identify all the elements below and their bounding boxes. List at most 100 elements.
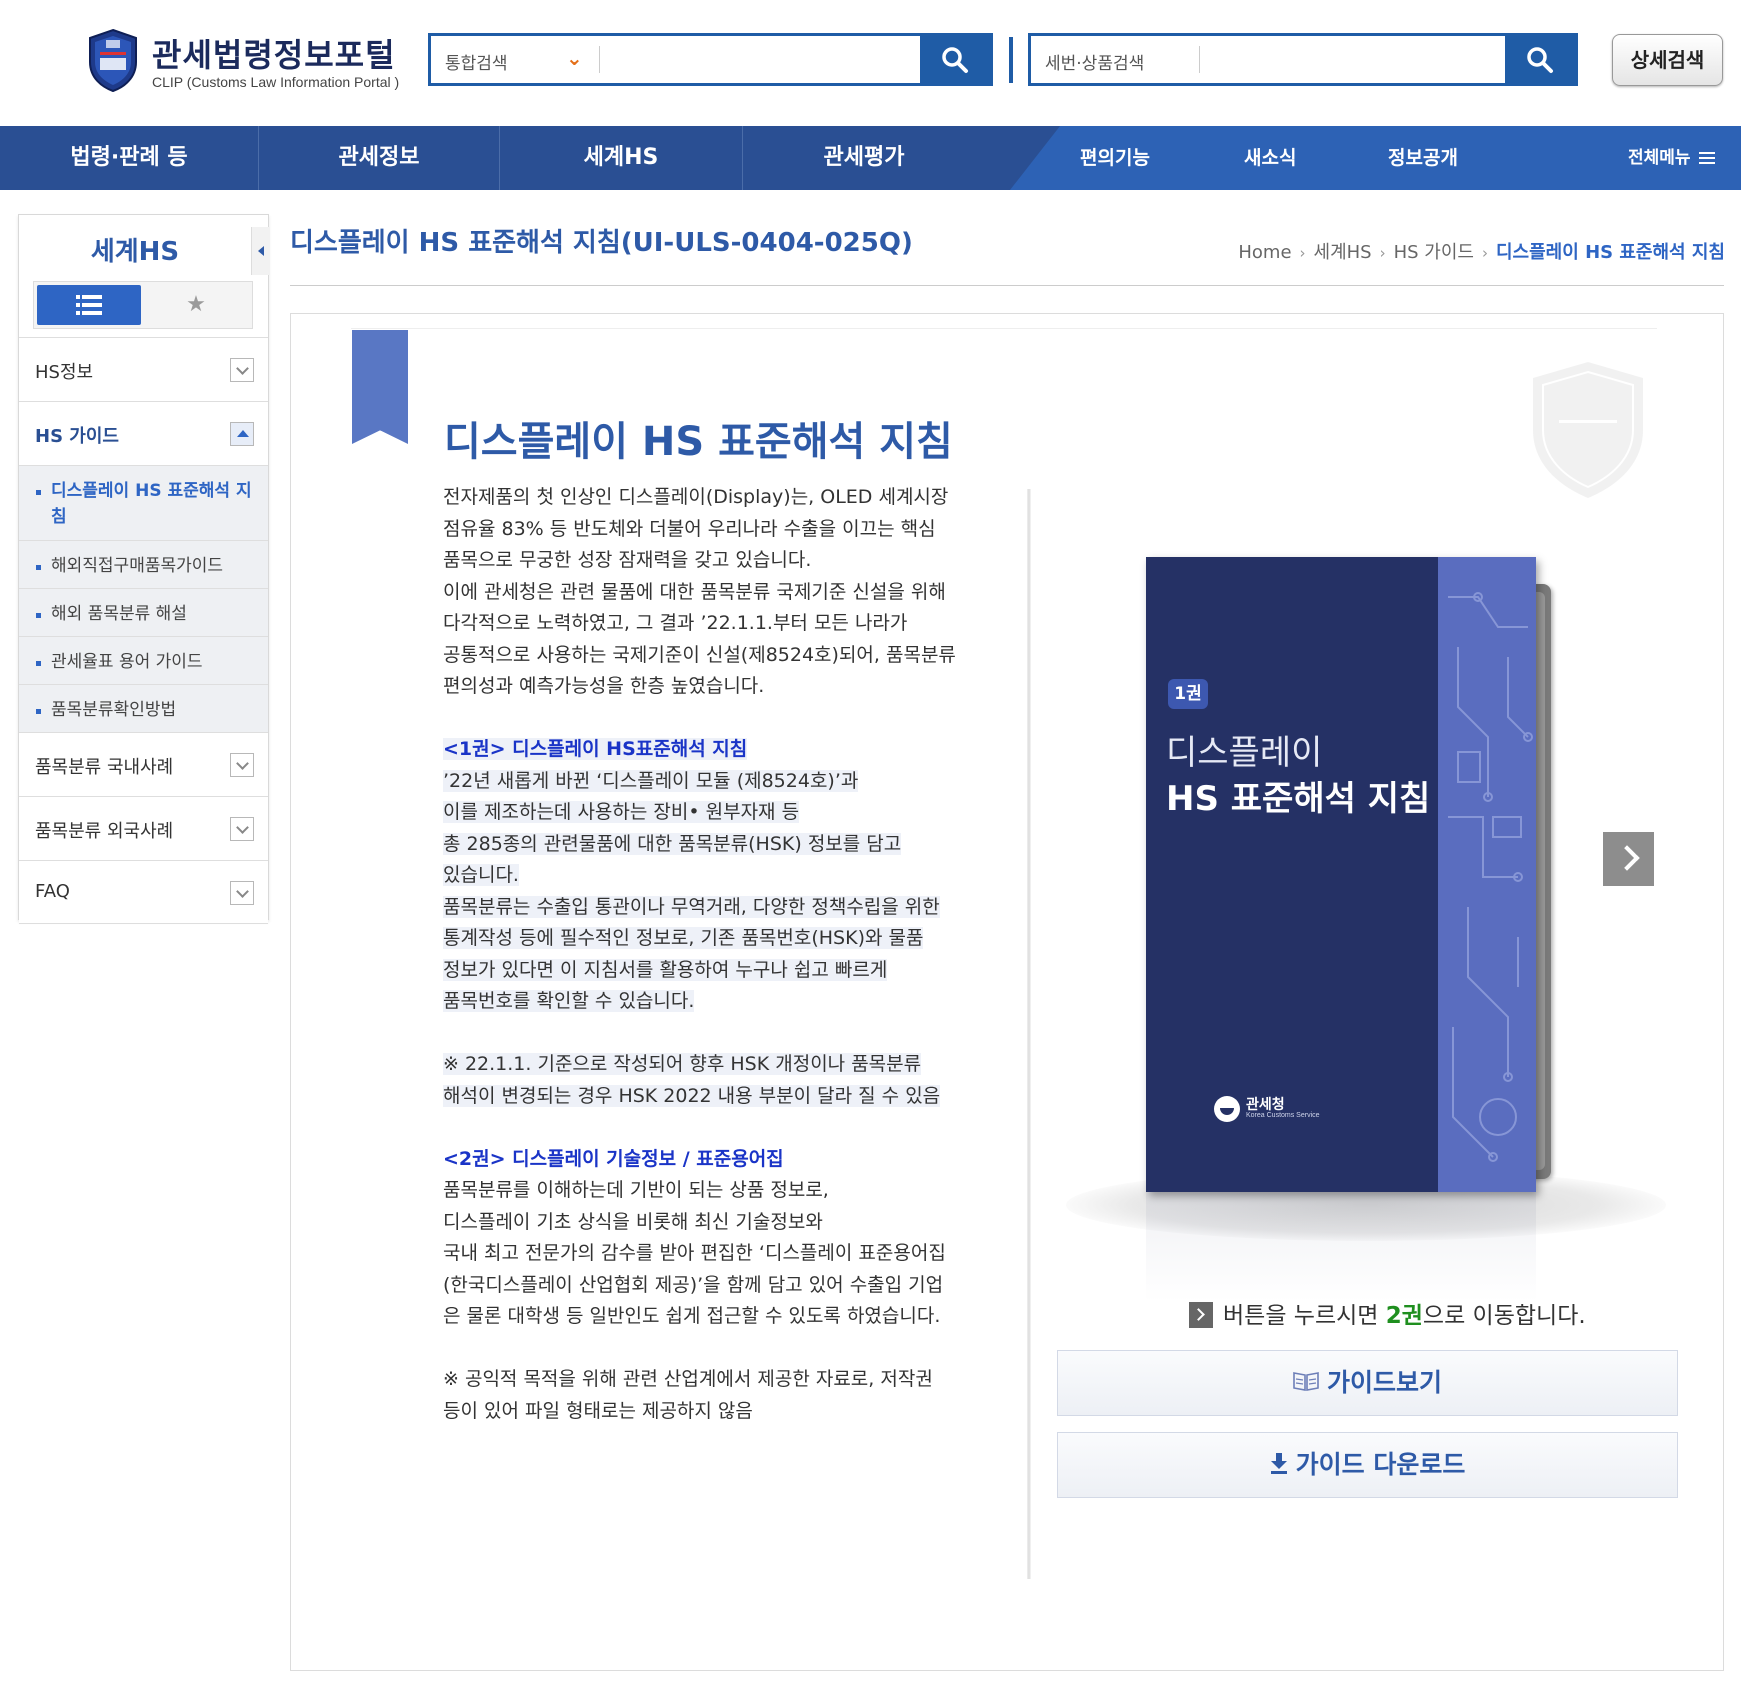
gnb-item-disclosure[interactable]: 정보공개 <box>1388 126 1458 190</box>
hint-text-pre: 버튼을 누르시면 <box>1223 1303 1386 1329</box>
chevron-down-icon[interactable] <box>230 358 254 382</box>
vol2-line: (한국디스플레이 산업협회 제공)’을 함께 담고 있어 수출입 기업 <box>443 1273 944 1296</box>
integrated-search-button[interactable] <box>920 36 990 83</box>
intro-line: 점유율 83% 등 반도체와 더불어 우리나라 수출을 이끄는 핵심 <box>443 517 936 540</box>
breadcrumb-hs-guide[interactable]: HS 가이드 <box>1394 242 1474 263</box>
search-separator <box>1009 37 1013 83</box>
page-title: 디스플레이 HS 표준해석 지침(UI-ULS-0404-025Q) <box>290 228 913 258</box>
gnb-item-laws[interactable]: 법령·판례 등 <box>0 126 258 190</box>
sidebar-item-hs-guide[interactable]: HS 가이드 <box>19 401 268 465</box>
intro-line: 품목으로 무궁한 성장 잠재력을 갖고 있습니다. <box>443 549 812 571</box>
chevron-down-icon[interactable] <box>230 881 254 905</box>
view-guide-button[interactable]: 가이드보기 <box>1057 1350 1678 1416</box>
hint-text-post: 으로 이동합니다. <box>1422 1303 1586 1329</box>
all-menu-button[interactable]: 전체메뉴 <box>1628 126 1715 190</box>
chevron-down-icon[interactable]: ⌄ <box>566 46 583 70</box>
vol2-line: 은 물론 대학생 등 일반인도 쉽게 접근할 수 있도록 하였습니다. <box>443 1305 941 1327</box>
vol1-line: 품목번호를 확인할 수 있습니다. <box>443 990 695 1012</box>
menu-list-tab[interactable] <box>37 285 141 325</box>
gnb-item-convenience[interactable]: 편의기능 <box>1080 126 1150 190</box>
hs-search-input[interactable] <box>1207 42 1527 77</box>
vol1-line: 정보가 있다면 이 지침서를 활용하여 누구나 쉽고 빠르게 <box>443 958 888 981</box>
search-scope-select[interactable]: 통합검색 <box>445 49 508 74</box>
gnb-item-valuation[interactable]: 관세평가 <box>743 126 985 190</box>
hs-search-button[interactable] <box>1505 36 1575 83</box>
search-icon <box>942 47 968 73</box>
sidebar-item-label: HS 가이드 <box>35 426 119 447</box>
submenu-item-classification-check[interactable]: 품목분류확인방법 <box>19 684 268 732</box>
submenu-item-tariff-terms[interactable]: 관세율표 용어 가이드 <box>19 636 268 684</box>
sidebar-view-toggle: ★ <box>33 281 253 329</box>
vol2-note-line: ※ 공익적 목적을 위해 관련 산업계에서 제공한 자료로, 저작권 <box>443 1368 933 1390</box>
download-guide-label: 가이드 다운로드 <box>1295 1450 1466 1479</box>
book-publisher-en: Korea Customs Service <box>1246 1112 1320 1119</box>
submenu-item-direct-purchase[interactable]: 해외직접구매품목가이드 <box>19 540 268 588</box>
content-column-divider <box>1027 489 1031 1579</box>
chevron-down-icon[interactable] <box>230 753 254 777</box>
vol1-line: 통계작성 등에 필수적인 정보로, 기존 품목번호(HSK)와 물품 <box>443 927 924 949</box>
guide-description: 전자제품의 첫 인상인 디스플레이(Display)는, OLED 세계시장 점… <box>443 482 1003 1427</box>
download-guide-button[interactable]: 가이드 다운로드 <box>1057 1432 1678 1498</box>
submenu-item-overseas-classification[interactable]: 해외 품목분류 해설 <box>19 588 268 636</box>
breadcrumb-home[interactable]: Home <box>1238 242 1291 263</box>
book-title-line1: 디스플레이 <box>1166 733 1323 773</box>
sidebar-item-label: HS정보 <box>35 362 94 383</box>
search-icon <box>1527 47 1553 73</box>
intro-line: 공통적으로 사용하는 국제기준이 신설(제8524호)되어, 품목분류 <box>443 643 956 666</box>
panel-top-line <box>351 328 1657 329</box>
hamburger-icon <box>1698 152 1715 164</box>
vol1-line: ’22년 새롭게 바뀐 ‘디스플레이 모듈 (제8524호)’과 <box>443 769 859 792</box>
integrated-search-input[interactable] <box>607 42 927 77</box>
header: 관세법령정보포털 CLIP (Customs Law Information P… <box>0 0 1741 126</box>
detail-search-button[interactable]: 상세검색 <box>1612 34 1723 86</box>
guide-book-preview: 1권 디스플레이 HS 표준해석 지침 관세청 Korea Customs Se… <box>1066 524 1666 1304</box>
breadcrumb-world-hs[interactable]: 세계HS <box>1314 242 1372 263</box>
chevron-up-icon[interactable] <box>230 422 254 446</box>
sidebar-item-foreign-cases[interactable]: 품목분류 외국사례 <box>19 796 268 860</box>
sidebar-item-faq[interactable]: FAQ <box>19 860 268 924</box>
sidebar-menu: HS정보 HS 가이드 디스플레이 HS 표준해석 지침 해외직접구매품목가이드… <box>19 337 268 924</box>
chevron-down-icon[interactable] <box>230 817 254 841</box>
sidebar-collapse-button[interactable] <box>251 227 270 275</box>
search-divider <box>599 46 600 73</box>
vol2-line: 디스플레이 기초 상식을 비롯해 최신 기술정보와 <box>443 1210 823 1233</box>
vol2-line: 국내 최고 전문가의 감수를 받아 편집한 ‘디스플레이 표준용어집 <box>443 1242 946 1264</box>
kcs-logo-icon <box>1214 1096 1240 1122</box>
title-divider <box>290 285 1724 286</box>
hs-search-box: 세번·상품검색 <box>1028 33 1578 86</box>
vol1-title: <1권> 디스플레이 HS표준해석 지침 <box>443 738 748 760</box>
book-reflection <box>1146 1192 1536 1302</box>
sidebar-title: 세계HS <box>90 237 180 267</box>
book-front-cover[interactable]: 1권 디스플레이 HS 표준해석 지침 관세청 Korea Customs Se… <box>1146 557 1536 1192</box>
hs-search-label: 세번·상품검색 <box>1045 54 1145 74</box>
gnb-item-world-hs[interactable]: 세계HS <box>500 126 742 190</box>
sidebar: 세계HS ★ HS정보 HS 가이드 디스플레이 HS 표준해석 지침 해외직접… <box>18 214 270 924</box>
sidebar-item-label: FAQ <box>35 881 70 902</box>
next-volume-button[interactable] <box>1603 832 1654 886</box>
intro-line: 편의성과 예측가능성을 한층 높였습니다. <box>443 675 765 697</box>
sidebar-item-domestic-cases[interactable]: 품목분류 국내사례 <box>19 732 268 796</box>
favorites-tab[interactable]: ★ <box>144 285 248 325</box>
gnb-item-news[interactable]: 새소식 <box>1244 126 1296 190</box>
vol1-line: 이를 제조하는데 사용하는 장비• 원부자재 등 <box>443 801 800 823</box>
book-publisher-name: 관세청 <box>1246 1097 1285 1113</box>
vol1-line: 있습니다. <box>443 864 519 886</box>
sidebar-item-hs-info[interactable]: HS정보 <box>19 337 268 401</box>
gnb-item-customs-info[interactable]: 관세정보 <box>259 126 499 190</box>
submenu-item-display-guide[interactable]: 디스플레이 HS 표준해석 지침 <box>19 465 268 540</box>
vol2-title: <2권> 디스플레이 기술정보 / 표준용어집 <box>443 1147 784 1170</box>
bookmark-ribbon-icon <box>352 330 408 444</box>
integrated-search-box: 통합검색 ⌄ <box>428 33 993 86</box>
chevron-right-icon: › <box>1482 244 1488 262</box>
view-guide-label: 가이드보기 <box>1326 1368 1442 1397</box>
logo-title: 관세법령정보포털 <box>152 36 396 74</box>
site-logo[interactable]: 관세법령정보포털 CLIP (Customs Law Information P… <box>86 26 416 96</box>
sidebar-item-label: 품목분류 외국사례 <box>35 821 174 842</box>
sidebar-submenu: 디스플레이 HS 표준해석 지침 해외직접구매품목가이드 해외 품목분류 해설 … <box>19 465 268 732</box>
logo-subtitle: CLIP (Customs Law Information Portal ) <box>152 74 400 90</box>
vol2-line: 품목분류를 이해하는데 기반이 되는 상품 정보로, <box>443 1179 829 1201</box>
vol1-note-line: 해석이 변경되는 경우 HSK 2022 내용 부분이 달라 질 수 있음 <box>443 1084 941 1107</box>
